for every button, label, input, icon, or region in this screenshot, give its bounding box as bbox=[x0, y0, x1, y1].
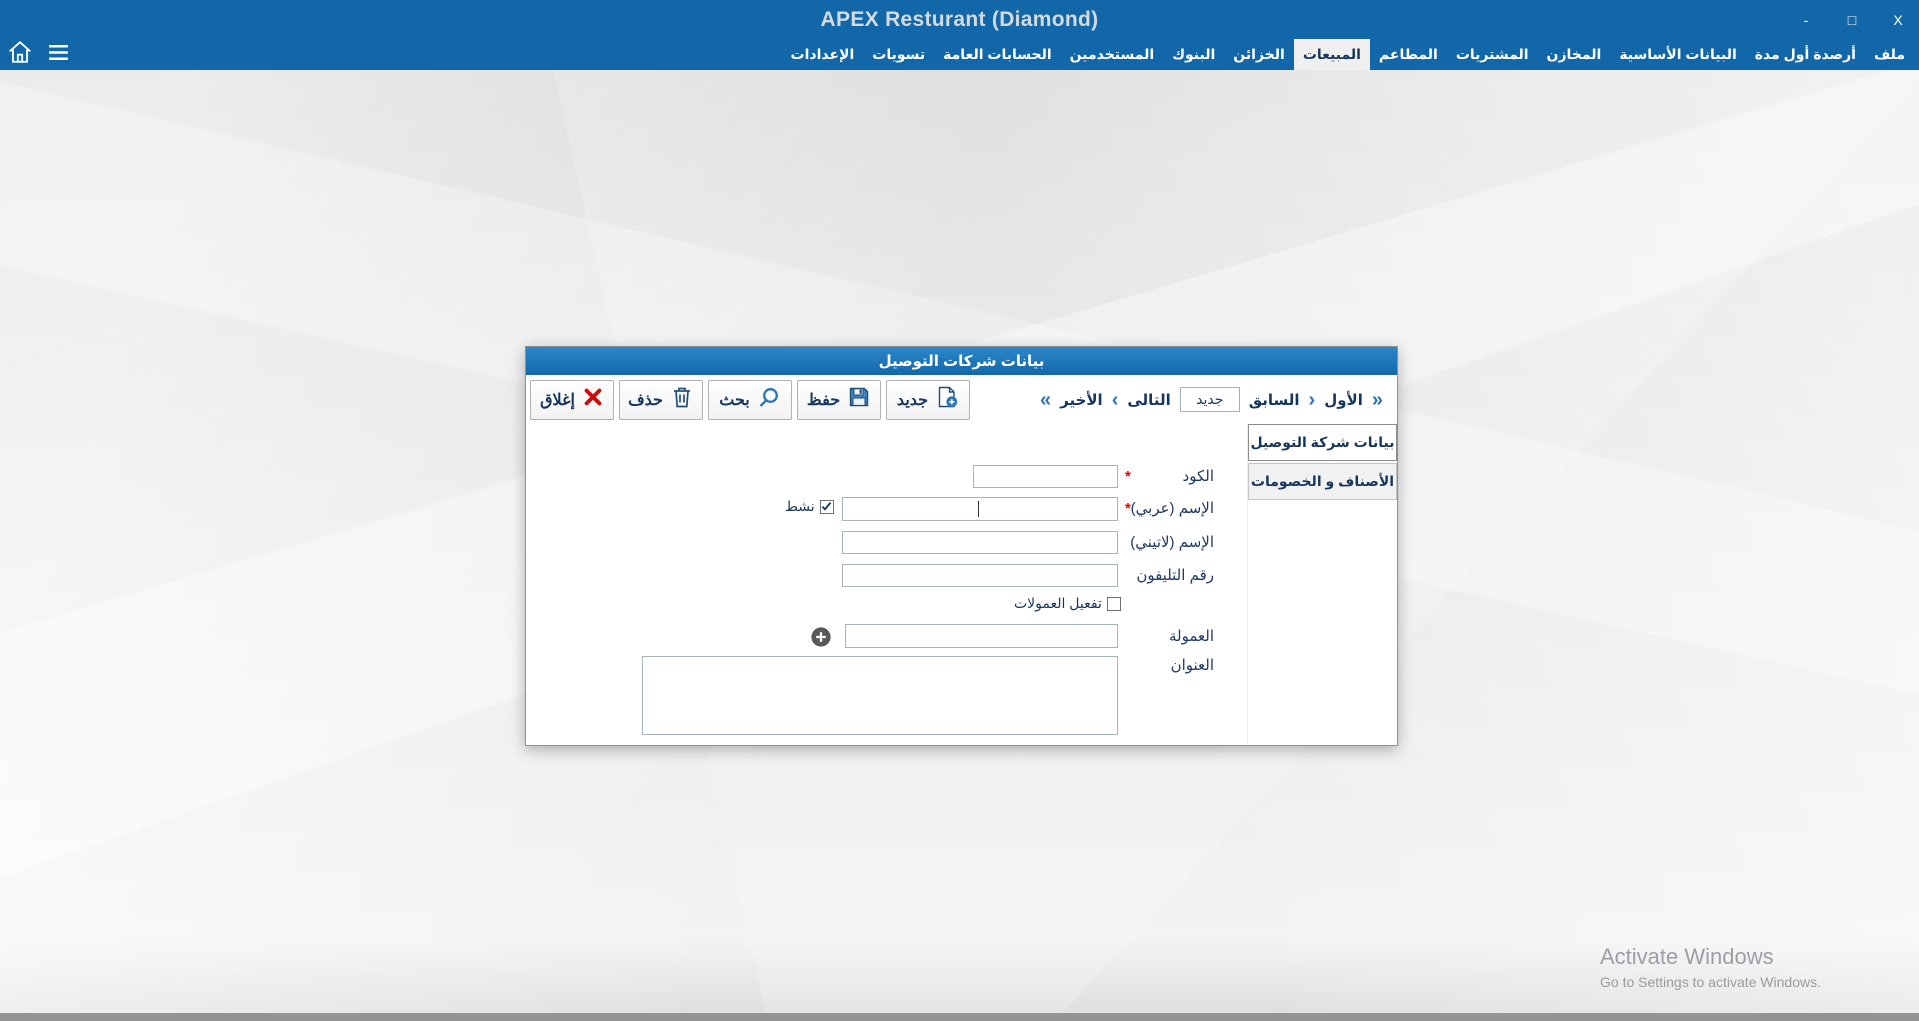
go-first-icon[interactable]: » bbox=[1372, 390, 1383, 410]
code-label: الكود bbox=[1183, 465, 1214, 488]
name-latin-input[interactable] bbox=[842, 531, 1118, 554]
menu-item-opening-balances[interactable]: أرصدة أول مدة bbox=[1746, 39, 1865, 70]
window-titlebar: APEX Resturant (Diamond) - □ X bbox=[0, 0, 1919, 39]
menubar-icons bbox=[0, 39, 71, 70]
trash-icon bbox=[670, 385, 694, 414]
menu-item-general-accounts[interactable]: الحسابات العامة bbox=[934, 39, 1061, 70]
close-window-button[interactable]: X bbox=[1887, 12, 1909, 28]
go-first-label[interactable]: الأول bbox=[1324, 391, 1363, 409]
enable-commissions-group: تفعيل العمولات bbox=[1014, 595, 1121, 612]
menu-item-purchases[interactable]: المشتريات bbox=[1447, 39, 1538, 70]
minimize-button[interactable]: - bbox=[1795, 12, 1817, 28]
close-button-label: إغلاق bbox=[540, 390, 575, 410]
menu-item-adjustments[interactable]: تسويات bbox=[863, 39, 934, 70]
menu-item-users[interactable]: المستخدمين bbox=[1061, 39, 1164, 70]
name-arabic-label: الإسم (عربي) bbox=[1131, 497, 1214, 521]
dialog-title: بيانات شركات التوصيل bbox=[526, 347, 1397, 375]
text-cursor bbox=[978, 501, 979, 517]
menu-item-basic-data[interactable]: البيانات الأساسية bbox=[1610, 39, 1745, 70]
delivery-companies-dialog: بيانات شركات التوصيل إغلاق حذف بحث bbox=[525, 346, 1398, 746]
save-button[interactable]: حفظ bbox=[797, 380, 881, 420]
menu-items: ملف أرصدة أول مدة البيانات الأساسية المخ… bbox=[782, 39, 1919, 70]
search-icon bbox=[757, 385, 781, 414]
go-next-label[interactable]: التالى bbox=[1127, 391, 1170, 409]
name-arabic-input[interactable] bbox=[842, 497, 1118, 521]
menu-item-settings[interactable]: الإعدادات bbox=[782, 39, 864, 70]
go-previous-label[interactable]: السابق bbox=[1249, 391, 1300, 409]
commission-input[interactable] bbox=[845, 624, 1118, 648]
home-icon[interactable] bbox=[7, 39, 33, 70]
taskbar-edge bbox=[0, 1013, 1919, 1021]
phone-label: رقم التليفون bbox=[1136, 564, 1214, 587]
dialog-toolbar: إغلاق حذف بحث حفظ bbox=[526, 375, 1397, 424]
add-commission-icon[interactable] bbox=[810, 626, 832, 648]
code-required-mark: * bbox=[1125, 465, 1131, 488]
watermark-line1: Activate Windows bbox=[1600, 944, 1821, 970]
record-position-input[interactable] bbox=[1180, 387, 1240, 412]
watermark-line2: Go to Settings to activate Windows. bbox=[1600, 974, 1821, 990]
delete-button[interactable]: حذف bbox=[619, 380, 703, 420]
new-button[interactable]: جديد bbox=[886, 380, 970, 420]
close-icon bbox=[582, 386, 604, 413]
dialog-tab-strip: بيانات شركة التوصيل الأصناف و الخصومات bbox=[1247, 424, 1397, 745]
code-input[interactable] bbox=[973, 465, 1118, 488]
activate-windows-watermark: Activate Windows Go to Settings to activ… bbox=[1600, 944, 1821, 990]
menu-item-restaurants[interactable]: المطاعم bbox=[1370, 39, 1447, 70]
maximize-button[interactable]: □ bbox=[1841, 12, 1863, 28]
hamburger-menu-icon[interactable] bbox=[46, 40, 71, 70]
search-button-label: بحث bbox=[719, 390, 750, 410]
tab-items-and-discounts[interactable]: الأصناف و الخصومات bbox=[1248, 463, 1397, 500]
menu-item-safes[interactable]: الخزائن bbox=[1224, 39, 1294, 70]
address-textarea[interactable] bbox=[642, 656, 1118, 735]
go-last-label[interactable]: الأخير bbox=[1060, 391, 1103, 409]
main-menubar: ملف أرصدة أول مدة البيانات الأساسية المخ… bbox=[0, 39, 1919, 70]
go-last-icon[interactable]: « bbox=[1040, 390, 1051, 410]
active-label: نشط bbox=[785, 498, 815, 515]
save-icon bbox=[847, 385, 871, 414]
save-button-label: حفظ bbox=[807, 390, 840, 410]
active-checkbox[interactable] bbox=[820, 500, 834, 514]
delete-button-label: حذف bbox=[628, 390, 663, 410]
go-previous-icon[interactable]: › bbox=[1309, 390, 1316, 410]
menu-item-sales[interactable]: المبيعات bbox=[1294, 39, 1370, 70]
window-controls: - □ X bbox=[1795, 0, 1909, 39]
commission-label: العمولة bbox=[1169, 625, 1214, 649]
new-button-label: جديد bbox=[897, 390, 928, 410]
active-check-group: نشط bbox=[785, 498, 834, 515]
search-button[interactable]: بحث bbox=[708, 380, 792, 420]
enable-commissions-label: تفعيل العمولات bbox=[1014, 595, 1102, 612]
phone-input[interactable] bbox=[842, 564, 1118, 587]
menu-item-banks[interactable]: البنوك bbox=[1163, 39, 1224, 70]
name-arabic-required-mark: * bbox=[1125, 497, 1131, 521]
name-latin-label: الإسم (لاتيني) bbox=[1130, 531, 1214, 554]
record-navigator: « الأخير ‹ التالى السابق › الأول » bbox=[1040, 387, 1393, 412]
go-next-icon[interactable]: ‹ bbox=[1112, 390, 1119, 410]
address-label: العنوان bbox=[1171, 656, 1214, 676]
close-button[interactable]: إغلاق bbox=[530, 380, 614, 420]
check-icon bbox=[821, 501, 832, 512]
app-title: APEX Resturant (Diamond) bbox=[0, 0, 1919, 39]
new-document-icon bbox=[935, 385, 959, 414]
tab-delivery-company-data[interactable]: بيانات شركة التوصيل bbox=[1248, 424, 1397, 461]
menu-item-file[interactable]: ملف bbox=[1865, 39, 1914, 70]
menu-item-warehouses[interactable]: المخازن bbox=[1538, 39, 1611, 70]
enable-commissions-checkbox[interactable] bbox=[1107, 597, 1121, 611]
